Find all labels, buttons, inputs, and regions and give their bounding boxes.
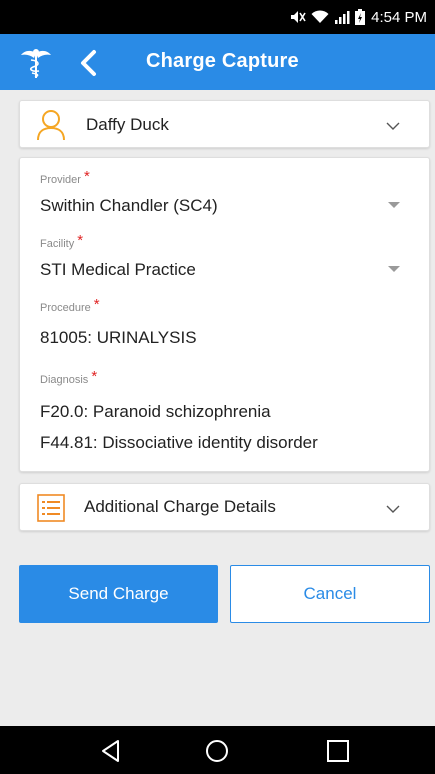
facility-select[interactable]: STI Medical Practice: [40, 260, 196, 280]
charge-form: Provider * Swithin Chandler (SC4) Facilit…: [19, 157, 430, 472]
additional-details-label: Additional Charge Details: [84, 497, 276, 516]
system-nav-bar: [0, 726, 435, 774]
signal-icon: [335, 11, 350, 24]
procedure-label: Procedure *: [40, 296, 100, 314]
required-mark: *: [83, 168, 90, 185]
back-triangle-icon[interactable]: [98, 738, 124, 764]
cancel-button[interactable]: Cancel: [230, 565, 430, 623]
required-mark: *: [91, 368, 98, 385]
chevron-down-icon[interactable]: [386, 121, 400, 131]
user-icon: [37, 110, 65, 141]
status-icons: [290, 9, 366, 25]
procedure-value[interactable]: 81005: URINALYSIS: [40, 328, 197, 348]
provider-label: Provider *: [40, 168, 90, 186]
status-time: 4:54 PM: [371, 8, 427, 26]
diagnosis-item[interactable]: F20.0: Paranoid schizophrenia: [40, 402, 271, 422]
diagnosis-label: Diagnosis *: [40, 368, 98, 386]
chevron-down-icon[interactable]: [386, 504, 400, 514]
page-title: Charge Capture: [146, 50, 299, 72]
patient-selector[interactable]: Daffy Duck: [19, 100, 430, 148]
required-mark: *: [77, 232, 84, 249]
provider-select[interactable]: Swithin Chandler (SC4): [40, 196, 218, 216]
mute-icon: [291, 11, 306, 23]
caduceus-icon: [21, 49, 51, 78]
app-bar: Charge Capture: [0, 34, 435, 90]
home-circle-icon[interactable]: [204, 738, 230, 764]
send-charge-button[interactable]: Send Charge: [19, 565, 218, 623]
battery-icon: [355, 9, 366, 25]
patient-name: Daffy Duck: [86, 115, 169, 134]
facility-label: Facility *: [40, 232, 84, 250]
diagnosis-item[interactable]: F44.81: Dissociative identity disorder: [40, 433, 318, 453]
back-chevron-icon[interactable]: [76, 48, 102, 78]
status-bar: 4:54 PM: [0, 0, 435, 34]
dropdown-caret-icon[interactable]: [388, 266, 400, 272]
recents-square-icon[interactable]: [325, 738, 351, 764]
wifi-icon: [311, 10, 329, 23]
list-icon: [37, 494, 65, 522]
required-mark: *: [93, 296, 100, 313]
dropdown-caret-icon[interactable]: [388, 202, 400, 208]
additional-charge-details[interactable]: Additional Charge Details: [19, 483, 430, 531]
